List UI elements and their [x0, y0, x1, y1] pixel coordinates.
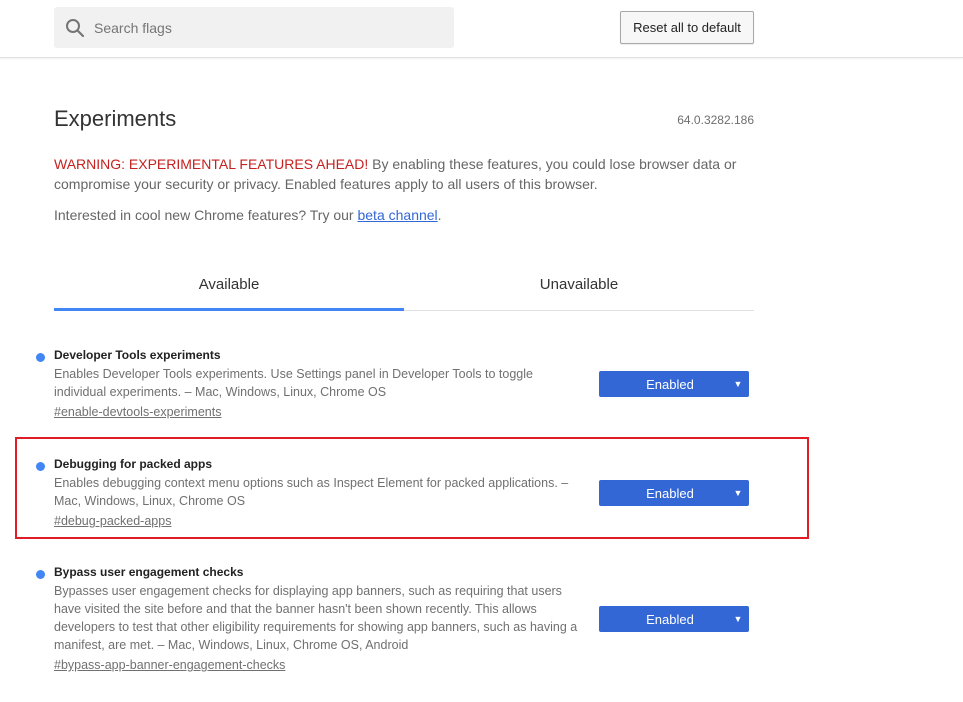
interest-end: . — [437, 207, 442, 223]
tab-bar: Available Unavailable — [54, 262, 754, 311]
experiment-permalink[interactable]: #enable-devtools-experiments — [54, 405, 221, 419]
search-box[interactable] — [54, 7, 454, 48]
select-value: Enabled — [646, 376, 694, 392]
tab-unavailable[interactable]: Unavailable — [404, 262, 754, 310]
reset-all-button[interactable]: Reset all to default — [620, 11, 754, 44]
highlight-box — [15, 437, 809, 539]
experiment-select[interactable]: Enabled ▼ — [599, 371, 749, 397]
warning-heading: WARNING: EXPERIMENTAL FEATURES AHEAD! — [54, 156, 369, 172]
search-icon — [66, 18, 85, 37]
beta-channel-link[interactable]: beta channel — [357, 207, 437, 223]
page-title: Experiments — [54, 106, 177, 131]
bullet-dot — [36, 353, 45, 362]
interest-text: Interested in cool new Chrome features? … — [54, 207, 358, 223]
warning-message: WARNING: EXPERIMENTAL FEATURES AHEAD! By… — [54, 154, 744, 194]
dropdown-arrow-icon: ▼ — [733, 614, 743, 624]
experiment-name: Developer Tools experiments — [54, 348, 221, 362]
experiment-permalink[interactable]: #bypass-app-banner-engagement-checks — [54, 658, 285, 672]
interest-message: Interested in cool new Chrome features? … — [54, 205, 442, 225]
tab-available[interactable]: Available — [54, 262, 404, 311]
top-toolbar: Reset all to default — [0, 0, 963, 58]
dropdown-arrow-icon: ▼ — [733, 379, 743, 389]
bullet-dot — [36, 570, 45, 579]
select-value: Enabled — [646, 611, 694, 627]
version-label: 64.0.3282.186 — [677, 113, 754, 127]
experiment-select[interactable]: Enabled ▼ — [599, 606, 749, 632]
experiment-description: Enables Developer Tools experiments. Use… — [54, 367, 533, 399]
experiment-name: Bypass user engagement checks — [54, 565, 244, 579]
search-input[interactable] — [92, 18, 436, 37]
experiment-description: Bypasses user engagement checks for disp… — [54, 584, 578, 652]
